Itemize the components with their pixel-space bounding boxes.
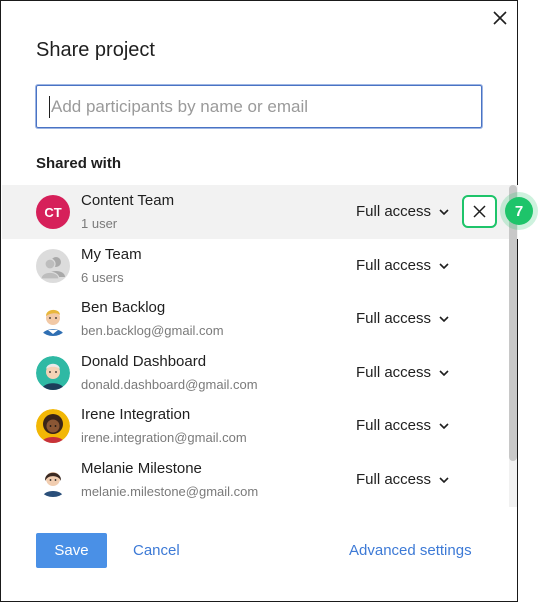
access-level: Full access xyxy=(356,417,432,434)
participant-name: Melanie Milestone xyxy=(81,460,202,477)
participant-row[interactable]: Donald Dashboard donald.dashboard@gmail.… xyxy=(2,346,518,400)
access-dropdown[interactable]: Full access xyxy=(356,203,449,220)
participant-row[interactable]: Ben Backlog ben.backlog@gmail.com Full a… xyxy=(2,292,518,346)
step-number: 7 xyxy=(505,197,533,225)
avatar xyxy=(36,356,70,390)
close-icon xyxy=(493,11,507,25)
avatar: CT xyxy=(36,195,70,229)
person-avatar-icon xyxy=(36,409,70,443)
participant-detail: melanie.milestone@gmail.com xyxy=(81,484,259,499)
participant-row[interactable]: Irene Integration irene.integration@gmai… xyxy=(2,399,518,453)
close-dialog-button[interactable] xyxy=(489,7,511,29)
access-level: Full access xyxy=(356,471,432,488)
close-icon xyxy=(473,205,486,218)
participant-row[interactable]: My Team 6 users Full access xyxy=(2,239,518,293)
cancel-button[interactable]: Cancel xyxy=(133,542,180,559)
access-dropdown[interactable]: Full access xyxy=(356,364,449,381)
chevron-down-icon xyxy=(439,369,449,376)
participant-name: Ben Backlog xyxy=(81,299,166,316)
remove-participant-button[interactable] xyxy=(462,195,497,228)
access-dropdown[interactable]: Full access xyxy=(356,417,449,434)
participant-row[interactable]: Melanie Milestone melanie.milestone@gmai… xyxy=(2,453,518,507)
access-dropdown[interactable]: Full access xyxy=(356,310,449,327)
team-icon xyxy=(40,257,65,280)
avatar xyxy=(36,249,70,283)
chevron-down-icon xyxy=(439,422,449,429)
person-avatar-icon xyxy=(36,356,70,390)
participant-detail: 6 users xyxy=(81,270,124,285)
access-dropdown[interactable]: Full access xyxy=(356,257,449,274)
avatar xyxy=(36,409,70,443)
access-dropdown[interactable]: Full access xyxy=(356,471,449,488)
participant-search-field[interactable] xyxy=(36,85,482,128)
access-level: Full access xyxy=(356,257,432,274)
avatar xyxy=(36,463,70,497)
participant-detail: donald.dashboard@gmail.com xyxy=(81,377,258,392)
save-button[interactable]: Save xyxy=(36,533,107,568)
person-avatar-icon xyxy=(36,463,70,497)
chevron-down-icon xyxy=(439,315,449,322)
access-level: Full access xyxy=(356,310,432,327)
access-level: Full access xyxy=(356,203,432,220)
participant-row[interactable]: CT Content Team 1 user Full access xyxy=(2,185,518,239)
avatar xyxy=(36,302,70,336)
chevron-down-icon xyxy=(439,476,449,483)
avatar-initials: CT xyxy=(44,204,62,220)
share-project-dialog: Share project Shared with CT Content Tea… xyxy=(0,0,518,602)
shared-with-label: Shared with xyxy=(36,155,122,172)
participant-list: CT Content Team 1 user Full access My Te… xyxy=(2,185,518,507)
participant-name: Donald Dashboard xyxy=(81,353,207,370)
step-badge: 7 xyxy=(500,192,538,230)
person-avatar-icon xyxy=(36,302,70,336)
participant-name: Content Team xyxy=(81,192,175,209)
participant-search-input[interactable] xyxy=(51,86,481,127)
dialog-title: Share project xyxy=(36,39,155,61)
participant-name: My Team xyxy=(81,246,142,263)
text-cursor xyxy=(49,95,50,118)
participant-name: Irene Integration xyxy=(81,406,191,423)
advanced-settings-link[interactable]: Advanced settings xyxy=(349,542,472,559)
participant-detail: ben.backlog@gmail.com xyxy=(81,323,224,338)
participant-detail: 1 user xyxy=(81,216,118,231)
chevron-down-icon xyxy=(439,262,449,269)
access-level: Full access xyxy=(356,364,432,381)
chevron-down-icon xyxy=(439,208,449,215)
list-scrollbar[interactable] xyxy=(509,185,517,507)
participant-detail: irene.integration@gmail.com xyxy=(81,430,247,445)
